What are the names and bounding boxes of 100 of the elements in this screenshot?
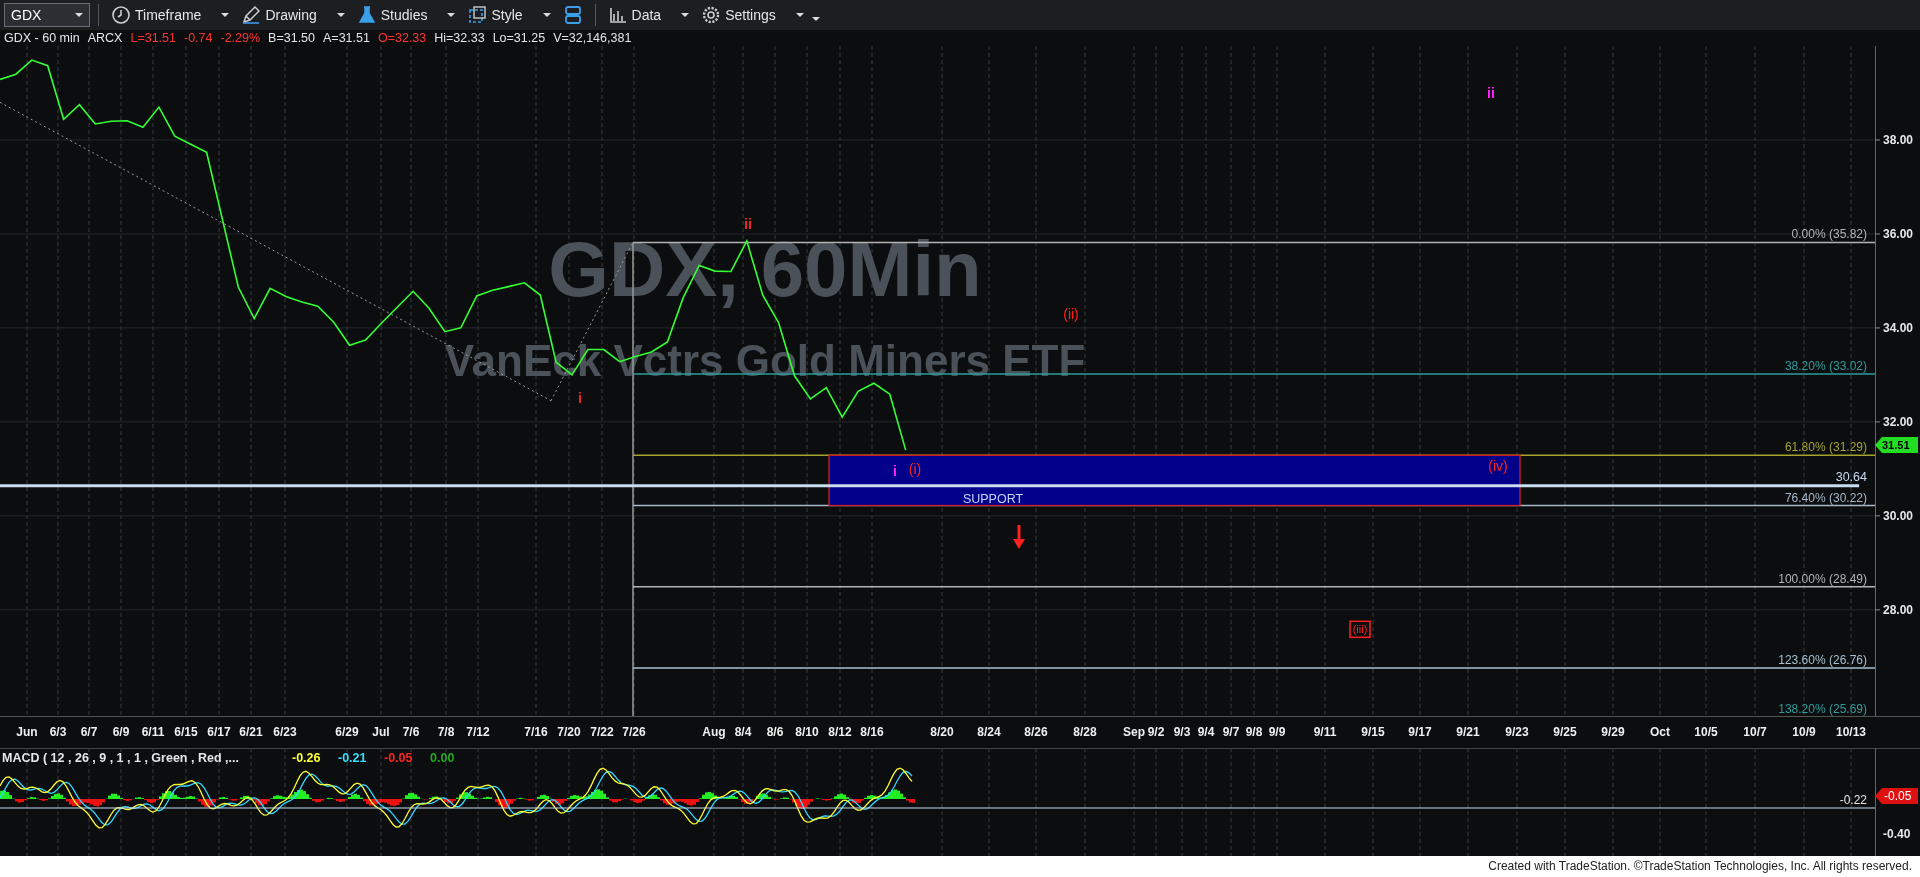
date-label: 10/9: [1792, 725, 1816, 739]
date-label: 6/3: [49, 725, 67, 739]
date-label: 9/29: [1601, 725, 1625, 739]
wave-label: ii: [1487, 84, 1495, 101]
layout-icon: [562, 5, 583, 25]
flask-icon: [356, 5, 377, 25]
date-label: 7/20: [557, 725, 581, 739]
date-label: 10/13: [1836, 725, 1866, 739]
caret-icon: [447, 13, 456, 17]
date-label: 6/23: [273, 725, 297, 739]
fib-label: 0.00% (35.82): [1791, 227, 1867, 242]
quote-field: L=31.51: [130, 30, 176, 46]
date-label: 9/15: [1361, 725, 1385, 739]
date-label: 8/4: [734, 725, 752, 739]
wave-label: (iii): [1349, 620, 1371, 639]
toolbar-button[interactable]: Studies: [352, 2, 432, 28]
wave-label: (iv): [1488, 458, 1508, 475]
date-label: 6/11: [141, 725, 165, 739]
date-label: 6/7: [80, 725, 98, 739]
quote-field: A=31.51: [323, 30, 370, 46]
quote-field: GDX - 60 min: [4, 30, 80, 46]
date-label: 9/3: [1173, 725, 1191, 739]
axis-label: 34.00: [1883, 320, 1914, 335]
fib-label: 76.40% (30.22): [1784, 490, 1867, 505]
bar-chart-icon: [607, 5, 628, 25]
date-label: 7/22: [590, 725, 614, 739]
date-label: 7/26: [622, 725, 646, 739]
toolbar-button[interactable]: Style: [463, 2, 527, 28]
caret-icon: [221, 13, 230, 17]
date-label: Oct: [1650, 725, 1670, 739]
reference-label: -0.22: [1839, 793, 1867, 807]
toolbar-button[interactable]: Data: [603, 2, 666, 28]
toolbar-button[interactable]: Timeframe: [107, 2, 206, 28]
caret-icon: [75, 13, 83, 17]
zone-label: SUPPORT: [962, 491, 1024, 506]
date-label: 8/12: [828, 725, 852, 739]
indicator-value: -0.21: [338, 751, 367, 765]
quote-field: V=32,146,381: [553, 30, 632, 46]
date-label: 9/4: [1197, 725, 1215, 739]
fib-label: 100.00% (28.49): [1778, 571, 1867, 586]
date-label: 7/8: [437, 725, 455, 739]
date-label: 6/17: [207, 725, 231, 739]
axis-label: 32.00: [1883, 414, 1914, 429]
settings-icon: [701, 5, 722, 25]
date-label: Sep: [1123, 725, 1145, 739]
quote-field: -0.74: [184, 30, 213, 46]
date-label: Jul: [372, 725, 390, 739]
date-label: 6/29: [335, 725, 359, 739]
date-label: 9/17: [1408, 725, 1432, 739]
date-label: 9/8: [1245, 725, 1263, 739]
date-label: 9/21: [1456, 725, 1480, 739]
quote-field: Lo=31.25: [492, 30, 546, 46]
indicator-value: 0.00: [430, 751, 455, 765]
wave-label: i: [578, 390, 582, 407]
indicator-value: -0.05: [384, 751, 413, 765]
indicator-title: MACD ( 12 , 26 , 9 , 1 , 1 , Green , Red ,...: [2, 751, 239, 765]
caret-icon: [681, 13, 690, 17]
date-label: 8/26: [1024, 725, 1048, 739]
date-label: 9/25: [1553, 725, 1577, 739]
date-label: 9/2: [1147, 725, 1165, 739]
date-label: 8/20: [930, 725, 954, 739]
wave-label: (ii): [1063, 305, 1079, 322]
date-label: 7/16: [524, 725, 548, 739]
fib-label: 38.20% (33.02): [1784, 358, 1867, 373]
date-label: 9/11: [1313, 725, 1337, 739]
wave-label: (i): [908, 460, 922, 477]
date-label: 7/12: [466, 725, 490, 739]
quote-field: ARCX: [87, 30, 123, 46]
symbol-dropdown[interactable]: GDX: [4, 3, 90, 27]
value-tag: -0.05: [1875, 788, 1918, 804]
date-label: 8/10: [795, 725, 819, 739]
axis-label: 38.00: [1883, 132, 1914, 147]
down-arrow-icon: [1013, 525, 1025, 549]
indicator-value: -0.26: [292, 751, 321, 765]
date-label: 8/6: [766, 725, 784, 739]
toolbar-button[interactable]: Settings: [697, 2, 780, 28]
quote-field: -2.29%: [220, 30, 261, 46]
date-label: 6/9: [112, 725, 130, 739]
caret-icon: [336, 13, 345, 17]
quote-field: O=32.33: [377, 30, 427, 46]
copyright-text: Created with TradeStation. ©TradeStation Technologies, Inc. All rights reserved.: [0, 856, 1920, 877]
date-label: 10/7: [1743, 725, 1767, 739]
squares-icon: [467, 5, 488, 25]
date-label: 9/9: [1268, 725, 1286, 739]
caret-icon: [542, 13, 551, 17]
date-label: 8/28: [1073, 725, 1097, 739]
fib-label: 61.80% (31.29): [1784, 440, 1867, 455]
price-level-label: 30.64: [1835, 469, 1867, 484]
fib-label: 123.60% (26.76): [1778, 653, 1867, 668]
quote-field: Hi=32.33: [434, 30, 485, 46]
date-label: 10/5: [1694, 725, 1718, 739]
date-label: Aug: [702, 725, 726, 739]
quote-field: B=31.50: [268, 30, 316, 46]
date-label: 6/21: [239, 725, 263, 739]
date-label: 8/16: [860, 725, 884, 739]
wave-label: i: [893, 462, 897, 479]
pen-icon: [241, 5, 262, 25]
toolbar-button[interactable]: Drawing: [237, 2, 321, 28]
date-label: 9/23: [1505, 725, 1529, 739]
date-label: 6/15: [174, 725, 198, 739]
